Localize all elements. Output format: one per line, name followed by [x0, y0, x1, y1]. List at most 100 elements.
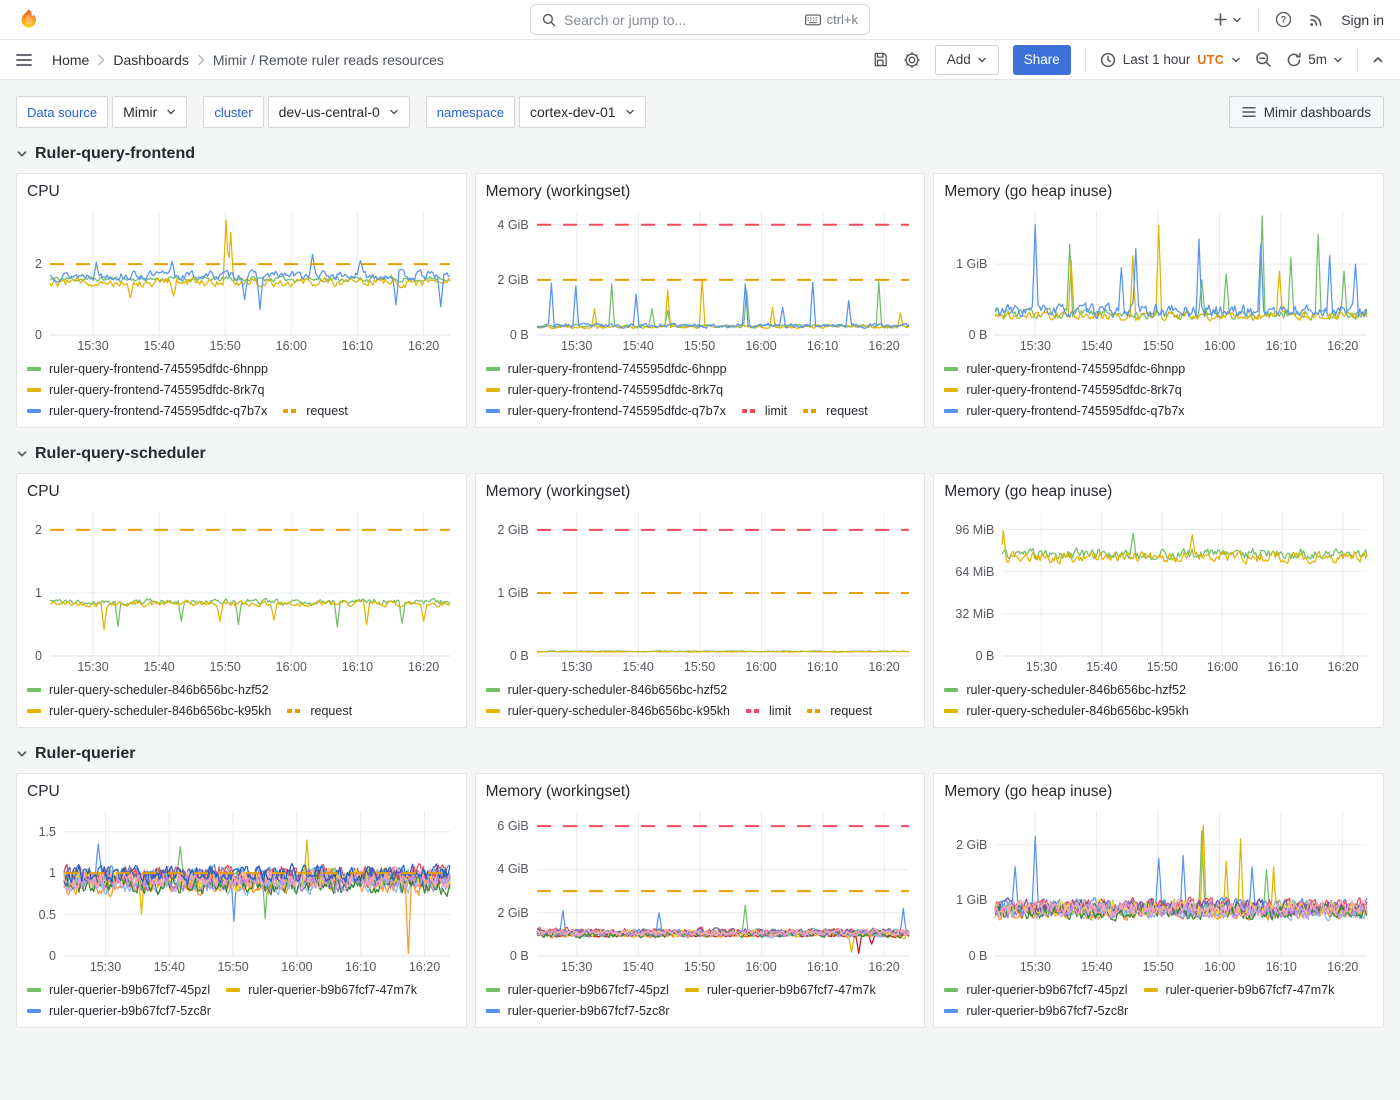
- legend-item[interactable]: ruler-query-frontend-745595dfdc-8rk7q: [486, 380, 723, 399]
- x-axis: 15:3015:4015:5016:0016:1016:20: [944, 957, 1373, 975]
- x-axis-label: 16:00: [1204, 960, 1235, 974]
- legend-item[interactable]: ruler-query-frontend-745595dfdc-q7b7x: [27, 401, 267, 420]
- x-axis-label: 16:20: [868, 660, 899, 674]
- legend-item[interactable]: ruler-querier-b9b67fcf7-45pzl: [486, 980, 669, 999]
- legend-label: ruler-query-scheduler-846b656bc-hzf52: [966, 683, 1186, 697]
- x-axis-label: 15:30: [1020, 960, 1051, 974]
- legend-item[interactable]: request: [283, 401, 348, 420]
- legend-item[interactable]: ruler-querier-b9b67fcf7-47m7k: [226, 980, 417, 999]
- section-title: Ruler-query-scheduler: [35, 445, 206, 463]
- legend-item[interactable]: ruler-querier-b9b67fcf7-5zc8r: [27, 1001, 211, 1020]
- legend-item[interactable]: ruler-querier-b9b67fcf7-5zc8r: [486, 1001, 670, 1020]
- x-axis-label: 15:40: [1086, 660, 1117, 674]
- legend-item[interactable]: ruler-query-scheduler-846b656bc-k95kh: [486, 701, 730, 720]
- filter-datasource-value[interactable]: Mimir: [112, 96, 187, 128]
- time-series-chart[interactable]: 0 B1 GiB2 GiB: [486, 505, 915, 657]
- menu-toggle-icon[interactable]: [16, 53, 32, 67]
- y-axis-label: 2 GiB: [944, 838, 987, 852]
- x-axis-label: 16:20: [408, 660, 439, 674]
- save-dashboard-icon[interactable]: [872, 51, 889, 68]
- legend-item[interactable]: ruler-query-frontend-745595dfdc-q7b7x: [486, 401, 726, 420]
- dashboard-settings-icon[interactable]: [903, 51, 921, 69]
- time-range-picker[interactable]: Last 1 hour UTC: [1100, 52, 1241, 68]
- legend-series-marker: [27, 409, 41, 413]
- legend-item[interactable]: ruler-query-frontend-745595dfdc-8rk7q: [944, 380, 1181, 399]
- x-axis-label: 15:40: [143, 339, 174, 353]
- legend-item[interactable]: ruler-querier-b9b67fcf7-45pzl: [944, 980, 1127, 999]
- section-header[interactable]: Ruler-query-frontend: [16, 141, 1384, 167]
- x-axis-label: 16:00: [745, 660, 776, 674]
- time-series-chart[interactable]: 0 B1 GiB: [944, 205, 1373, 336]
- x-axis-label: 15:30: [1020, 339, 1051, 353]
- add-button[interactable]: Add: [935, 45, 999, 75]
- time-series-chart[interactable]: 0 B2 GiB4 GiB6 GiB: [486, 805, 915, 957]
- breadcrumb-dashboards[interactable]: Dashboards: [113, 52, 189, 68]
- legend-label: ruler-querier-b9b67fcf7-5zc8r: [508, 1004, 670, 1018]
- section-header[interactable]: Ruler-query-scheduler: [16, 441, 1384, 467]
- legend-item[interactable]: ruler-query-scheduler-846b656bc-hzf52: [944, 680, 1186, 699]
- legend-series-marker: [486, 1009, 500, 1013]
- legend-series-marker: [486, 688, 500, 692]
- filter-datasource: Data source Mimir: [16, 96, 187, 128]
- legend-item[interactable]: limit: [742, 401, 787, 420]
- section-header[interactable]: Ruler-querier: [16, 741, 1384, 767]
- news-icon[interactable]: [1308, 11, 1325, 28]
- legend-item[interactable]: request: [287, 701, 352, 720]
- search-shortcut: ctrl+k: [805, 12, 858, 27]
- legend-label: ruler-query-frontend-745595dfdc-8rk7q: [49, 383, 264, 397]
- legend-item[interactable]: ruler-querier-b9b67fcf7-47m7k: [685, 980, 876, 999]
- legend-item[interactable]: ruler-query-frontend-745595dfdc-6hnpp: [944, 359, 1185, 378]
- new-menu-button[interactable]: [1213, 12, 1242, 27]
- legend-item[interactable]: ruler-query-scheduler-846b656bc-k95kh: [27, 701, 271, 720]
- legend-item[interactable]: ruler-query-scheduler-846b656bc-hzf52: [27, 680, 269, 699]
- search-input[interactable]: [564, 12, 797, 28]
- legend-item[interactable]: ruler-querier-b9b67fcf7-47m7k: [1144, 980, 1335, 999]
- chevron-up-icon[interactable]: [1372, 54, 1384, 66]
- legend-item[interactable]: ruler-query-frontend-745595dfdc-6hnpp: [486, 359, 727, 378]
- legend-item[interactable]: ruler-query-scheduler-846b656bc-k95kh: [944, 701, 1188, 720]
- legend-item[interactable]: ruler-querier-b9b67fcf7-45pzl: [27, 980, 210, 999]
- panel: Memory (workingset)0 B2 GiB4 GiB15:3015:…: [475, 173, 926, 428]
- legend-item[interactable]: ruler-querier-b9b67fcf7-5zc8r: [944, 1001, 1128, 1020]
- legend-label: ruler-query-frontend-745595dfdc-6hnpp: [508, 362, 727, 376]
- legend-label: limit: [765, 404, 787, 418]
- filter-cluster-value[interactable]: dev-us-central-0: [268, 96, 410, 128]
- legend-item[interactable]: ruler-query-frontend-745595dfdc-6hnpp: [27, 359, 268, 378]
- legend-item[interactable]: request: [803, 401, 868, 420]
- x-axis-label: 16:00: [745, 339, 776, 353]
- share-button[interactable]: Share: [1013, 45, 1071, 75]
- filter-namespace-value[interactable]: cortex-dev-01: [519, 96, 646, 128]
- legend-item[interactable]: limit: [746, 701, 791, 720]
- legend-series-marker: [685, 988, 699, 992]
- legend: ruler-query-scheduler-846b656bc-hzf52 rul…: [486, 675, 915, 720]
- legend-item[interactable]: ruler-query-scheduler-846b656bc-hzf52: [486, 680, 728, 699]
- x-axis-label: 16:00: [281, 960, 312, 974]
- x-axis-label: 15:30: [561, 339, 592, 353]
- breadcrumb-home[interactable]: Home: [52, 52, 89, 68]
- refresh-picker[interactable]: 5m: [1286, 52, 1343, 68]
- panel: CPU00.511.515:3015:4015:5016:0016:1016:2…: [16, 773, 467, 1028]
- panel: Memory (go heap inuse)0 B1 GiB2 GiB15:30…: [933, 773, 1384, 1028]
- time-series-chart[interactable]: 0 B2 GiB4 GiB: [486, 205, 915, 336]
- sign-in-link[interactable]: Sign in: [1341, 12, 1384, 28]
- dashboard-sections: Ruler-query-frontendCPU0215:3015:4015:50…: [16, 141, 1384, 1028]
- legend-label: ruler-querier-b9b67fcf7-45pzl: [966, 983, 1127, 997]
- help-icon[interactable]: ?: [1275, 11, 1292, 28]
- legend-item[interactable]: request: [807, 701, 872, 720]
- legend-item[interactable]: ruler-query-frontend-745595dfdc-q7b7x: [944, 401, 1184, 420]
- filter-namespace: namespace cortex-dev-01: [426, 96, 646, 128]
- time-series-chart[interactable]: 00.511.5: [27, 805, 456, 957]
- grafana-logo[interactable]: [16, 7, 41, 32]
- search-input-box[interactable]: ctrl+k: [530, 4, 870, 35]
- zoom-out-time-icon[interactable]: [1255, 51, 1272, 68]
- legend-item[interactable]: ruler-query-frontend-745595dfdc-8rk7q: [27, 380, 264, 399]
- panel-title: Memory (go heap inuse): [944, 179, 1373, 205]
- filter-namespace-label: namespace: [426, 96, 515, 128]
- mimir-dashboards-button[interactable]: Mimir dashboards: [1229, 96, 1384, 128]
- time-series-chart[interactable]: 02: [27, 205, 456, 336]
- variables-row: Data source Mimir cluster dev-us-central…: [16, 96, 1384, 128]
- x-axis-label: 16:10: [807, 960, 838, 974]
- time-series-chart[interactable]: 0 B32 MiB64 MiB96 MiB: [944, 505, 1373, 657]
- time-series-chart[interactable]: 012: [27, 505, 456, 657]
- time-series-chart[interactable]: 0 B1 GiB2 GiB: [944, 805, 1373, 957]
